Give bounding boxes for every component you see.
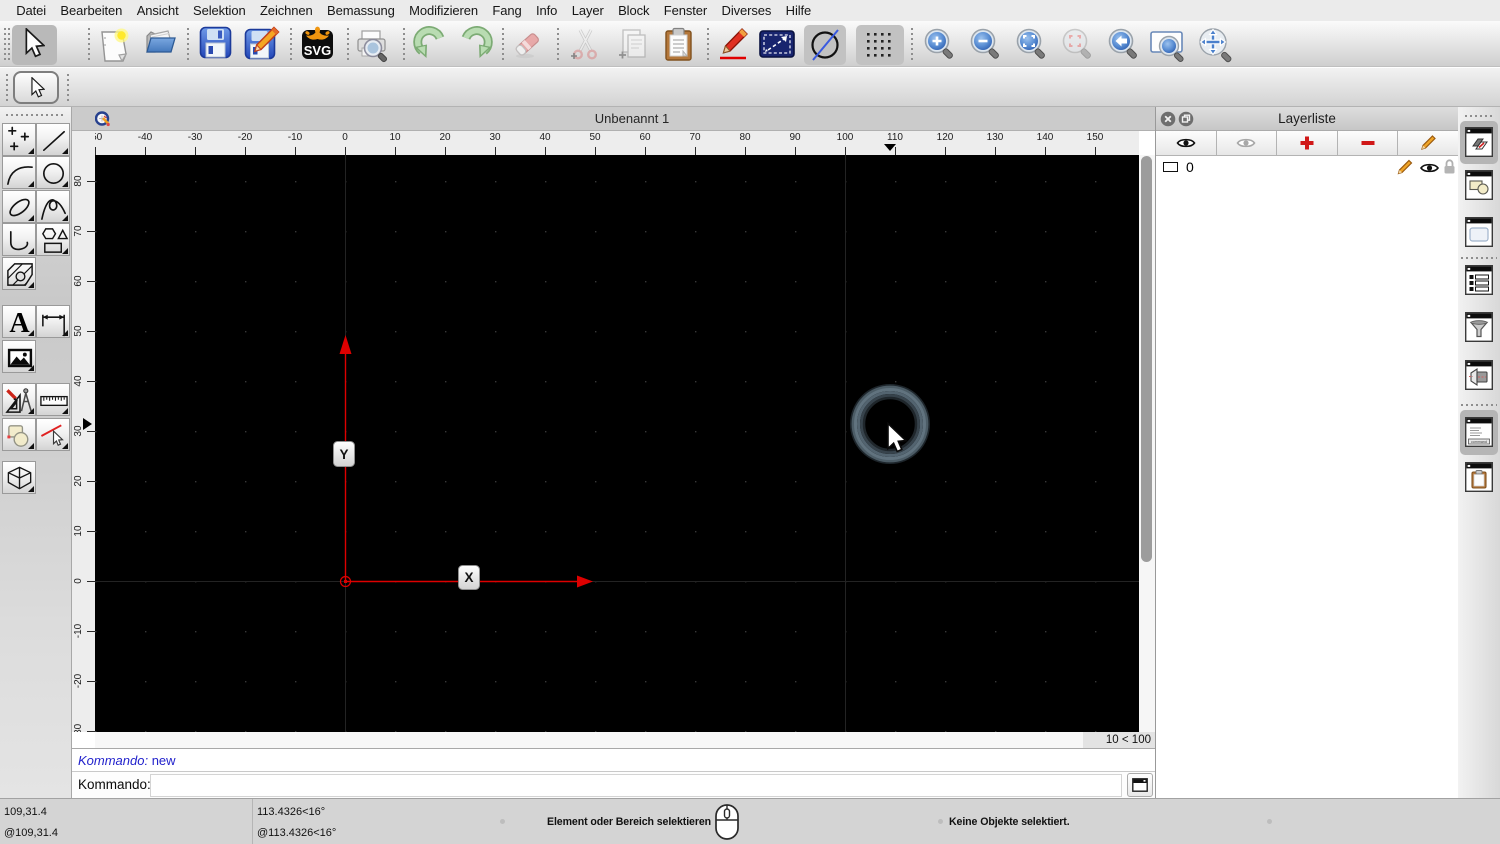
svg-text:A: A: [9, 308, 30, 338]
svg-text:command: command: [1471, 440, 1487, 444]
svg-text:Y: Y: [339, 447, 348, 462]
svg-text:SVG: SVG: [304, 43, 331, 58]
svg-text:X: X: [464, 570, 473, 585]
